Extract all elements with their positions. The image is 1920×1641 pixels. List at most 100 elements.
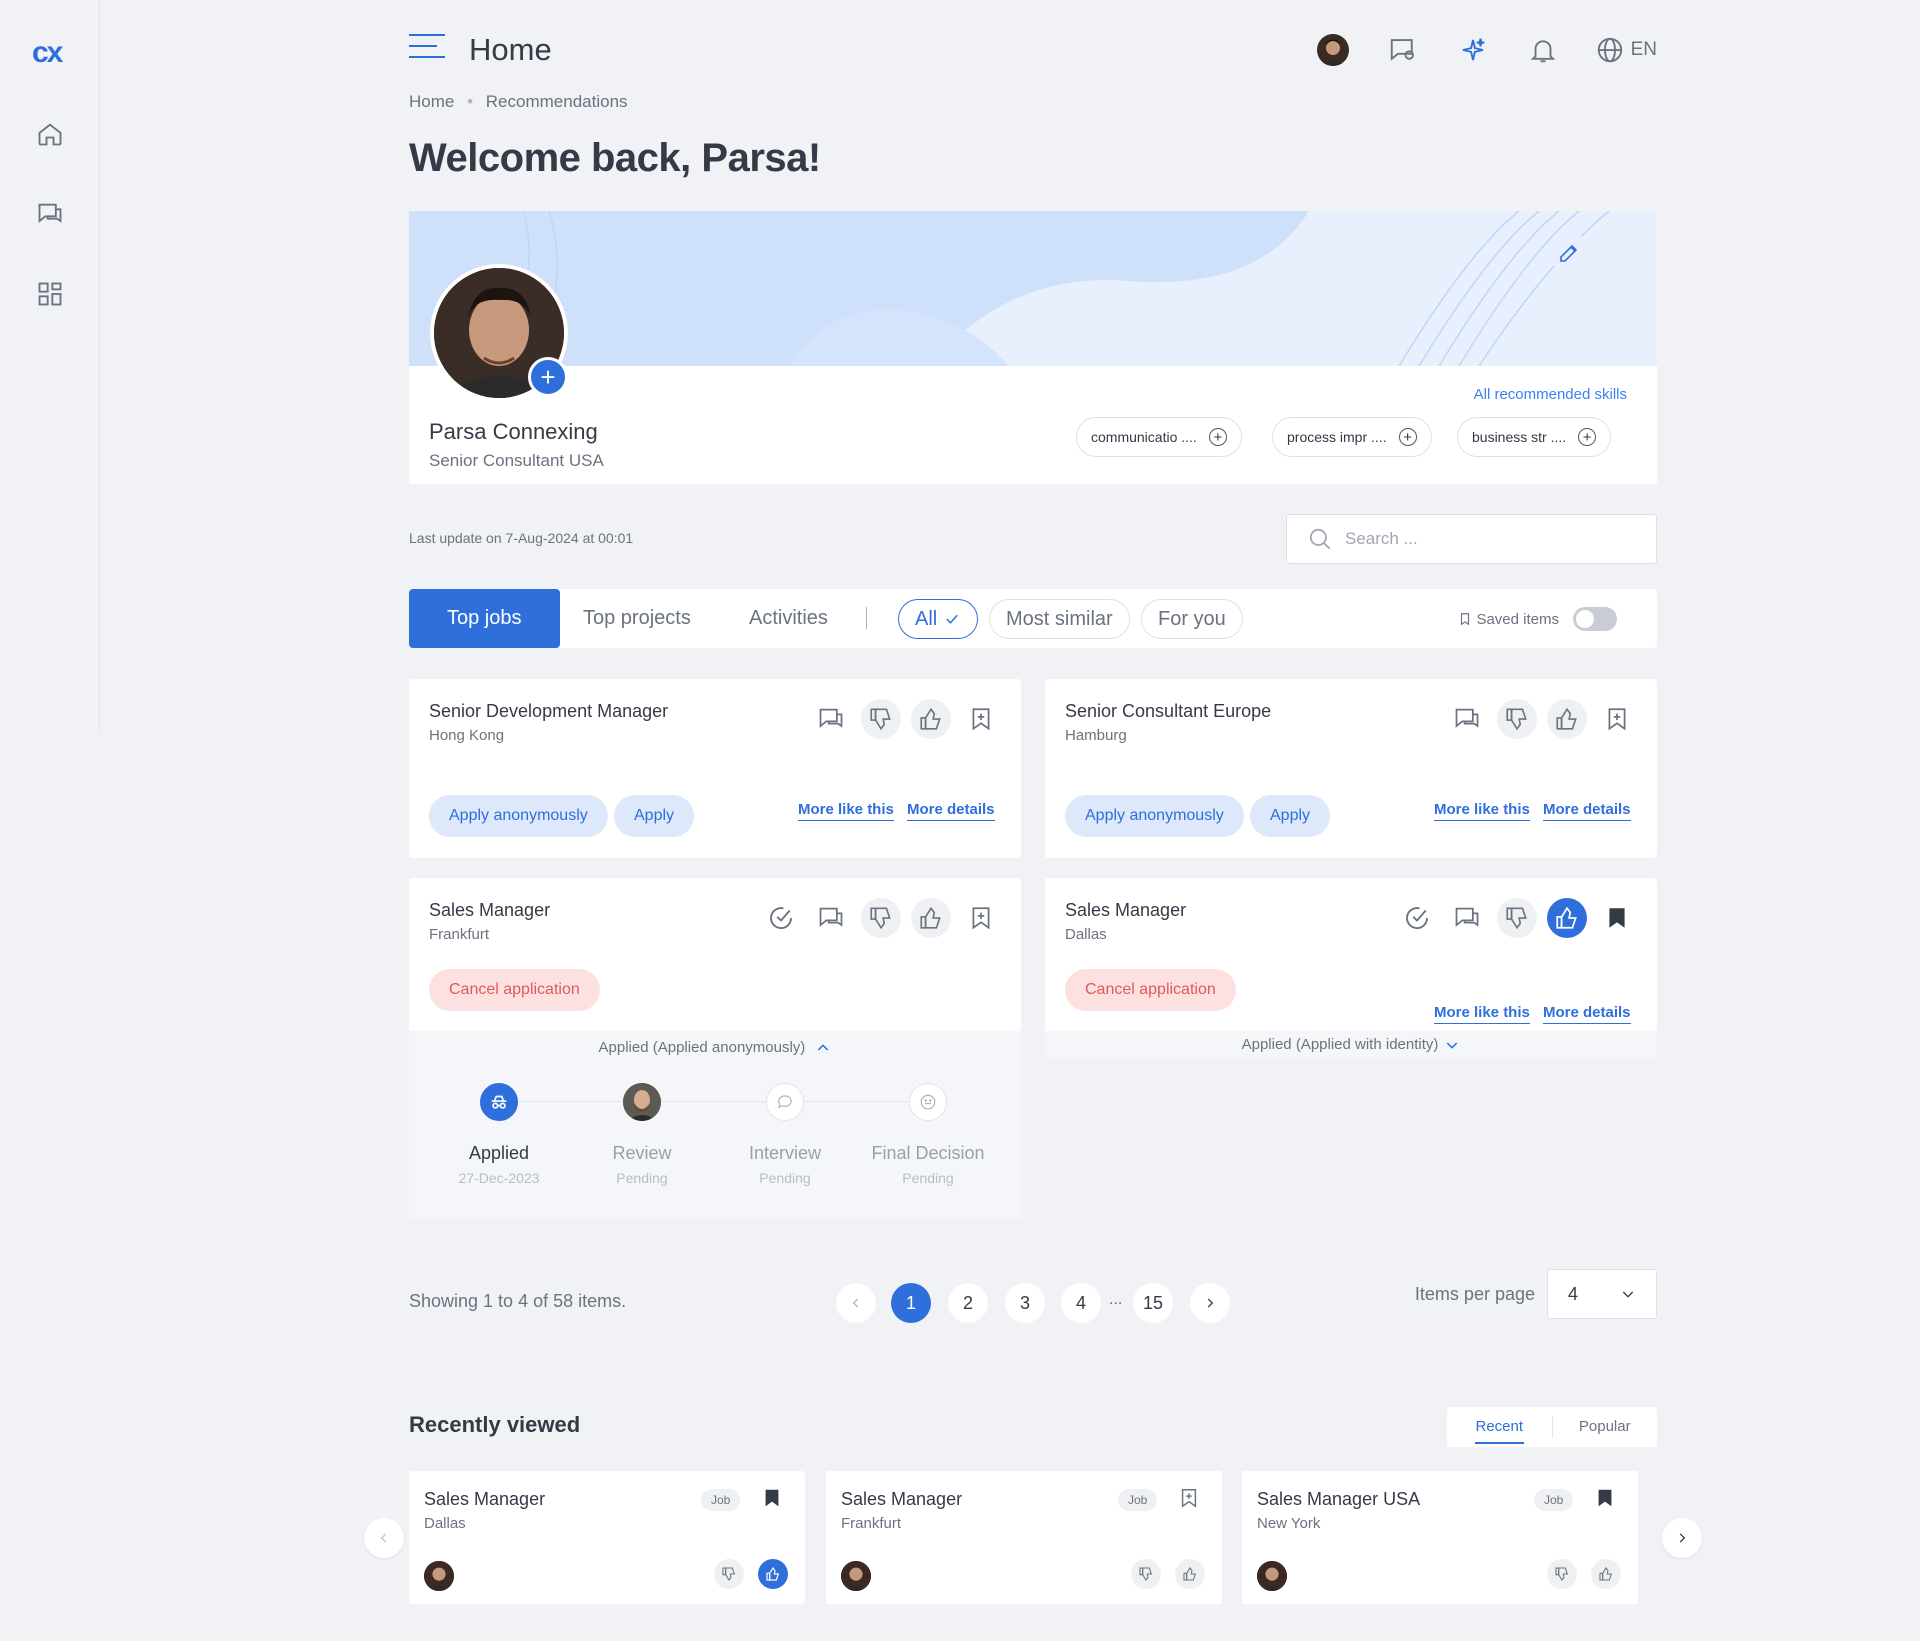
cancel-application-button[interactable]: Cancel application	[1065, 969, 1236, 1011]
thumbs-down-icon[interactable]	[1547, 1559, 1577, 1589]
filter-for-you[interactable]: For you	[1141, 599, 1243, 639]
thumbs-down-icon[interactable]	[1497, 898, 1537, 938]
more-like-this-link[interactable]: More like this	[798, 801, 894, 821]
job-title[interactable]: Senior Consultant Europe	[1065, 701, 1271, 722]
thumbs-down-icon[interactable]	[1497, 699, 1537, 739]
breadcrumb-home[interactable]: Home	[409, 92, 454, 111]
job-title[interactable]: Sales Manager	[1065, 900, 1186, 921]
bell-icon[interactable]	[1525, 32, 1561, 68]
job-actions	[761, 898, 1001, 938]
chat-icon[interactable]	[1447, 898, 1487, 938]
apply-anonymously-button[interactable]: Apply anonymously	[429, 795, 608, 837]
thumbs-up-icon[interactable]	[1547, 699, 1587, 739]
more-like-this-link[interactable]: More like this	[1434, 801, 1530, 821]
add-bookmark-icon[interactable]	[1597, 699, 1637, 739]
recent-item-card[interactable]: Sales Manager USA New York Job	[1242, 1471, 1638, 1604]
add-photo-button[interactable]: +	[528, 357, 568, 397]
bookmark-filled-icon[interactable]	[1594, 1487, 1616, 1509]
more-details-link[interactable]: More details	[907, 801, 995, 821]
page-button[interactable]: 2	[948, 1283, 988, 1323]
thumbs-down-icon[interactable]	[861, 699, 901, 739]
step-label: Review	[612, 1143, 672, 1163]
withdraw-history-icon[interactable]	[1397, 898, 1437, 938]
apply-button[interactable]: Apply	[614, 795, 695, 837]
carousel-next-button[interactable]	[1662, 1518, 1702, 1558]
job-card[interactable]: Sales Manager Frankfurt Cancel applicati…	[409, 878, 1021, 1219]
tab-top-projects[interactable]: Top projects	[583, 589, 691, 648]
tab-top-jobs[interactable]: Top jobs	[409, 589, 560, 648]
more-like-this-link[interactable]: More like this	[1434, 1004, 1530, 1024]
tab-activities[interactable]: Activities	[749, 589, 828, 648]
thumbs-up-icon[interactable]	[1547, 898, 1587, 938]
thumbs-down-icon[interactable]	[861, 898, 901, 938]
thumbs-down-icon[interactable]	[714, 1559, 744, 1589]
recent-item-title[interactable]: Sales Manager	[841, 1489, 962, 1510]
chat-icon[interactable]	[811, 898, 851, 938]
bookmark-filled-icon[interactable]	[1597, 898, 1637, 938]
thumbs-up-icon[interactable]	[911, 699, 951, 739]
add-skill-icon[interactable]: +	[1208, 428, 1227, 446]
application-status-toggle[interactable]: Applied (Applied with identity)	[1045, 1031, 1657, 1058]
bookmark-filled-icon[interactable]	[761, 1487, 783, 1509]
filter-all[interactable]: All	[898, 599, 979, 639]
chat-icon[interactable]	[811, 699, 851, 739]
job-card[interactable]: Sales Manager Dallas Cancel application …	[1045, 878, 1657, 1058]
skill-chip[interactable]: process impr .... +	[1272, 417, 1432, 457]
all-recommended-skills-link[interactable]: All recommended skills	[1474, 386, 1627, 403]
recent-item-card[interactable]: Sales Manager Dallas Job	[409, 1471, 805, 1604]
chat-icon[interactable]	[36, 200, 64, 228]
recent-item-title[interactable]: Sales Manager USA	[1257, 1489, 1420, 1510]
chat-icon[interactable]	[1447, 699, 1487, 739]
search-input[interactable]: Search ...	[1286, 514, 1657, 564]
page-button[interactable]: 4	[1061, 1283, 1101, 1323]
skill-chip[interactable]: communicatio .... +	[1076, 417, 1242, 457]
add-bookmark-icon[interactable]	[961, 699, 1001, 739]
add-skill-icon[interactable]: +	[1578, 428, 1597, 446]
thumbs-up-icon[interactable]	[1175, 1559, 1205, 1589]
thumbs-down-icon[interactable]	[1131, 1559, 1161, 1589]
application-progress: Applied (Applied anonymously) Applied 27…	[409, 1031, 1021, 1219]
home-icon[interactable]	[36, 120, 64, 148]
app-logo[interactable]: cx	[32, 36, 63, 70]
page-button[interactable]: 1	[891, 1283, 931, 1323]
chat-settings-icon[interactable]	[1385, 32, 1421, 68]
recent-item-title[interactable]: Sales Manager	[424, 1489, 545, 1510]
more-details-link[interactable]: More details	[1543, 1004, 1631, 1024]
language-selector[interactable]: EN	[1631, 39, 1657, 61]
job-title[interactable]: Senior Development Manager	[429, 701, 668, 722]
thumbs-up-icon[interactable]	[911, 898, 951, 938]
saved-items-toggle[interactable]: Saved items	[1458, 607, 1617, 631]
items-per-page-select[interactable]: 4	[1547, 1269, 1657, 1319]
filter-most-similar[interactable]: Most similar	[989, 599, 1130, 639]
apply-button[interactable]: Apply	[1250, 795, 1331, 837]
carousel-prev-button[interactable]	[364, 1518, 404, 1558]
job-card[interactable]: Senior Consultant Europe Hamburg Apply a…	[1045, 679, 1657, 858]
saved-items-switch[interactable]	[1573, 607, 1617, 631]
edit-profile-icon[interactable]	[1549, 233, 1589, 273]
thumbs-up-icon[interactable]	[1591, 1559, 1621, 1589]
page-button[interactable]: 15	[1133, 1283, 1173, 1323]
add-bookmark-icon[interactable]	[1178, 1487, 1200, 1509]
application-status-toggle[interactable]: Applied (Applied anonymously)	[409, 1031, 1021, 1056]
prev-page-button[interactable]	[836, 1283, 876, 1323]
next-page-button[interactable]	[1190, 1283, 1230, 1323]
job-card[interactable]: Senior Development Manager Hong Kong App…	[409, 679, 1021, 858]
add-bookmark-icon[interactable]	[961, 898, 1001, 938]
user-avatar[interactable]	[1315, 32, 1351, 68]
tab-recent[interactable]: Recent	[1447, 1407, 1552, 1447]
tab-popular[interactable]: Popular	[1553, 1407, 1658, 1447]
menu-toggle-icon[interactable]	[409, 34, 445, 64]
add-skill-icon[interactable]: +	[1398, 428, 1417, 446]
more-details-link[interactable]: More details	[1543, 801, 1631, 821]
thumbs-up-icon[interactable]	[758, 1559, 788, 1589]
dashboard-icon[interactable]	[36, 280, 64, 308]
page-button[interactable]: 3	[1005, 1283, 1045, 1323]
skill-chip[interactable]: business str .... +	[1457, 417, 1612, 457]
sparkle-icon[interactable]	[1455, 32, 1491, 68]
withdraw-history-icon[interactable]	[761, 898, 801, 938]
recent-item-card[interactable]: Sales Manager Frankfurt Job	[826, 1471, 1222, 1604]
job-title[interactable]: Sales Manager	[429, 900, 550, 921]
cancel-application-button[interactable]: Cancel application	[429, 969, 600, 1011]
globe-icon[interactable]	[1595, 32, 1625, 68]
apply-anonymously-button[interactable]: Apply anonymously	[1065, 795, 1244, 837]
